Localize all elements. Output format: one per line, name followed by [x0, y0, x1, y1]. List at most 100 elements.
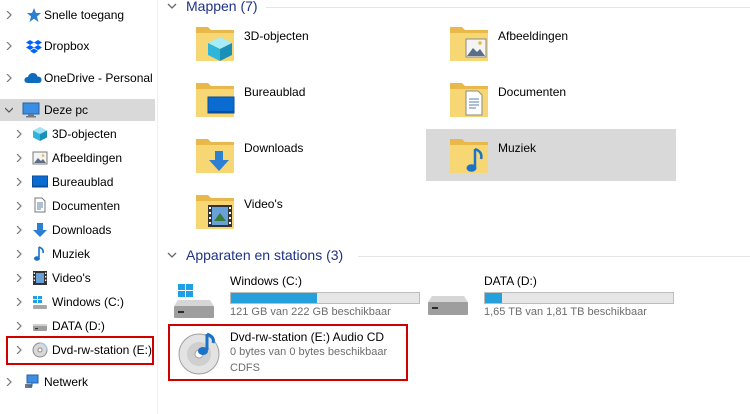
- folder-label: Downloads: [244, 141, 304, 155]
- folder-videos[interactable]: Video's: [172, 185, 422, 237]
- music-icon: [34, 246, 44, 261]
- download-icon: [33, 223, 47, 237]
- folder-downloads[interactable]: Downloads: [172, 129, 422, 181]
- chevron-right-icon[interactable]: [14, 177, 24, 187]
- nav-item-label: Downloads: [52, 223, 112, 237]
- pictures-folder-icon: [450, 27, 488, 61]
- nav-item-3d-objecten[interactable]: 3D-objecten: [0, 123, 157, 145]
- nav-item-label: Dropbox: [44, 39, 90, 53]
- drive-name: Windows (C:): [230, 274, 303, 288]
- desktop-folder-icon: [196, 83, 235, 117]
- drive-usage-bar: [484, 292, 674, 304]
- folder-documenten[interactable]: Documenten: [426, 73, 676, 125]
- nav-item-netwerk[interactable]: Netwerk: [0, 371, 157, 393]
- folder-bureaublad[interactable]: Bureaublad: [172, 73, 422, 125]
- star-icon: [27, 8, 41, 22]
- highlight-box-dvd-drive: [168, 324, 408, 381]
- nav-item-snelle-toegang[interactable]: Snelle toegang: [0, 4, 157, 26]
- music-folder-icon: [450, 139, 488, 173]
- nav-item-label: Windows (C:): [52, 295, 125, 309]
- nav-item-label: Afbeeldingen: [52, 151, 123, 165]
- content-pane: Mappen (7) 3D-objecten Afbeeldingen Bure…: [158, 0, 750, 414]
- folder-label: Afbeeldingen: [498, 29, 569, 43]
- folder-label: Documenten: [498, 85, 567, 99]
- documents-icon: [34, 197, 46, 213]
- onedrive-icon: [24, 73, 42, 83]
- drive-icon: [33, 324, 47, 331]
- drive-data-d[interactable]: DATA (D:) 1,65 TB van 1,81 TB beschikbaa…: [412, 272, 674, 328]
- downloads-folder-icon: [196, 139, 234, 173]
- folder-label: Video's: [244, 197, 283, 211]
- chevron-down-icon[interactable]: [166, 0, 178, 12]
- group-divider: [266, 7, 750, 8]
- group-title: Mappen (7): [186, 0, 258, 14]
- documents-folder-icon: [450, 83, 488, 117]
- chevron-right-icon[interactable]: [14, 273, 24, 283]
- chevron-right-icon[interactable]: [14, 225, 24, 235]
- drive-icon: [428, 296, 468, 315]
- nav-item-label: Muziek: [52, 247, 91, 261]
- navigation-pane: Snelle toegang Dropbox OneDrive - Person…: [0, 0, 158, 414]
- nav-item-label: Netwerk: [44, 375, 89, 389]
- nav-item-afbeeldingen[interactable]: Afbeeldingen: [0, 147, 157, 169]
- chevron-right-icon[interactable]: [14, 297, 24, 307]
- pc-icon: [22, 102, 40, 118]
- folder-label: Bureaublad: [244, 85, 306, 99]
- nav-item-label: Deze pc: [44, 103, 89, 117]
- folder-label: Muziek: [498, 141, 537, 155]
- nav-item-label: OneDrive - Personal: [44, 71, 153, 85]
- nav-item-data-d[interactable]: DATA (D:): [0, 315, 157, 337]
- chevron-down-icon[interactable]: [4, 105, 14, 115]
- group-header-apparaten[interactable]: Apparaten en stations (3): [166, 247, 343, 263]
- nav-item-label: Video's: [52, 271, 91, 285]
- windows-drive-icon: [33, 296, 47, 309]
- nav-item-label: DATA (D:): [52, 319, 105, 333]
- nav-item-windows-c[interactable]: Windows (C:): [0, 291, 157, 313]
- cube-icon: [33, 127, 47, 141]
- nav-item-videos[interactable]: Video's: [0, 267, 157, 289]
- group-header-mappen[interactable]: Mappen (7): [166, 0, 258, 14]
- chevron-right-icon[interactable]: [4, 41, 14, 51]
- chevron-right-icon[interactable]: [14, 249, 24, 259]
- nav-item-deze-pc[interactable]: Deze pc: [0, 99, 155, 121]
- video-icon: [33, 271, 47, 285]
- group-title: Apparaten en stations (3): [186, 247, 344, 263]
- video-folder-icon: [196, 195, 234, 229]
- drive-windows-c[interactable]: Windows (C:) 121 GB van 222 GB beschikba…: [158, 272, 420, 328]
- pictures-icon: [32, 151, 48, 165]
- nav-item-label: Bureaublad: [52, 175, 114, 189]
- nav-item-bureaublad[interactable]: Bureaublad: [0, 171, 157, 193]
- nav-item-dropbox[interactable]: Dropbox: [0, 35, 157, 57]
- network-icon: [25, 374, 39, 388]
- chevron-down-icon[interactable]: [166, 249, 178, 261]
- chevron-right-icon[interactable]: [4, 10, 14, 20]
- chevron-right-icon[interactable]: [4, 377, 14, 387]
- nav-item-documenten[interactable]: Documenten: [0, 195, 157, 217]
- drive-usage-fill: [485, 293, 502, 303]
- nav-item-onedrive[interactable]: OneDrive - Personal: [0, 67, 157, 89]
- chevron-right-icon[interactable]: [14, 201, 24, 211]
- dropbox-icon: [26, 40, 42, 54]
- folder-afbeeldingen[interactable]: Afbeeldingen: [426, 17, 676, 69]
- chevron-right-icon[interactable]: [14, 153, 24, 163]
- nav-item-downloads[interactable]: Downloads: [0, 219, 157, 241]
- highlight-box-dvd-nav: [6, 336, 154, 365]
- nav-item-label: 3D-objecten: [52, 127, 117, 141]
- folder-3d-objecten[interactable]: 3D-objecten: [172, 17, 422, 69]
- folder-muziek[interactable]: Muziek: [426, 129, 676, 181]
- drive-name: DATA (D:): [484, 274, 537, 288]
- folder-label: 3D-objecten: [244, 29, 309, 43]
- drive-free-space: 1,65 TB van 1,81 TB beschikbaar: [484, 306, 647, 318]
- group-divider: [358, 256, 750, 257]
- drive-free-space: 121 GB van 222 GB beschikbaar: [230, 306, 391, 318]
- chevron-right-icon[interactable]: [4, 73, 14, 83]
- nav-item-muziek[interactable]: Muziek: [0, 243, 157, 265]
- windows-drive-icon: [174, 284, 214, 318]
- chevron-right-icon[interactable]: [14, 129, 24, 139]
- nav-item-label: Documenten: [52, 199, 121, 213]
- desktop-icon: [32, 175, 48, 188]
- chevron-right-icon[interactable]: [14, 321, 24, 331]
- cube-folder-icon: [196, 27, 234, 61]
- drive-usage-fill: [231, 293, 317, 303]
- nav-item-label: Snelle toegang: [44, 8, 125, 22]
